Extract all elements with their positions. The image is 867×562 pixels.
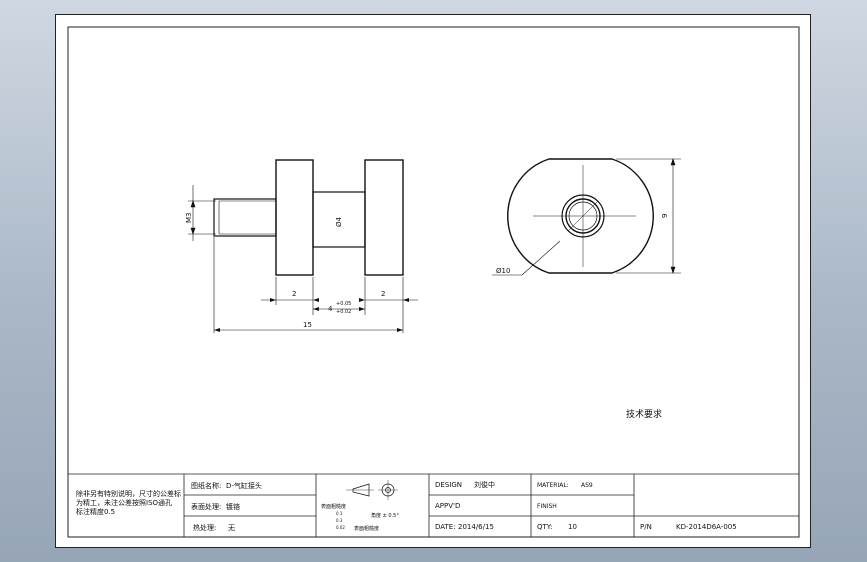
drawing-sheet: M3 Ø4 2 2 4 +0.05 +0.02 15 Ø10 9 技术要求 除非…: [55, 14, 811, 548]
tol-lower: +0.02: [336, 309, 351, 315]
angle-label: 角度 ± 0.5°: [371, 512, 399, 519]
dim-middle: 4: [328, 305, 333, 313]
title-note-3: 标注精度0.5: [76, 507, 115, 516]
heat-value: 无: [228, 524, 235, 532]
roughness-bottom: 表面粗糙度: [354, 525, 379, 532]
side-view[interactable]: [507, 158, 654, 274]
heat-label: 热处理:: [193, 523, 216, 532]
appvd-label: APPV'D: [435, 502, 460, 510]
side-diameter-label: Ø10: [496, 267, 510, 275]
qty-value: 10: [568, 523, 577, 531]
roughness-title: 表面粗糙度: [321, 503, 346, 510]
date-label: DATE:: [435, 523, 456, 531]
surface-label: 表面处理:: [191, 502, 221, 511]
date-value: 2014/6/15: [458, 523, 494, 531]
design-value: 刘俊中: [474, 480, 495, 489]
dim-right-width: 2: [381, 290, 385, 298]
pn-value: KD-2014D6A-005: [676, 523, 737, 531]
roughness-l2: 0.3: [336, 518, 343, 523]
surface-value: 镀铬: [226, 502, 240, 511]
thread-label: M3: [185, 213, 193, 224]
title-note-2: 为精工，未注公差按照ISO通孔: [76, 498, 172, 507]
projection-symbol: [346, 480, 398, 500]
finish-label: FINISH: [537, 503, 557, 510]
part-name-label: 图纸名称:: [191, 481, 221, 490]
title-note-1: 除非另有特别说明，尺寸的公差标: [76, 489, 181, 498]
front-view[interactable]: [213, 159, 404, 276]
center-diameter-label: Ø4: [335, 216, 343, 227]
side-height-label: 9: [661, 214, 669, 218]
roughness-l3: 0.02: [336, 525, 345, 530]
dim-left-width: 2: [292, 290, 296, 298]
pn-label: P/N: [640, 523, 652, 531]
design-label: DESIGN: [435, 481, 462, 489]
material-label: MATERIAL:: [537, 482, 569, 489]
roughness-l1: 0.1: [336, 511, 343, 516]
material-value: AS9: [581, 482, 593, 489]
dim-total: 15: [303, 321, 312, 329]
tech-requirements: 技术要求: [626, 408, 662, 420]
qty-label: QTY:: [537, 523, 553, 531]
tol-upper: +0.05: [336, 301, 351, 307]
drawing-frame: [67, 26, 800, 538]
bottom-dimensions: [213, 237, 418, 333]
part-name-value: D-气缸接头: [226, 481, 262, 490]
